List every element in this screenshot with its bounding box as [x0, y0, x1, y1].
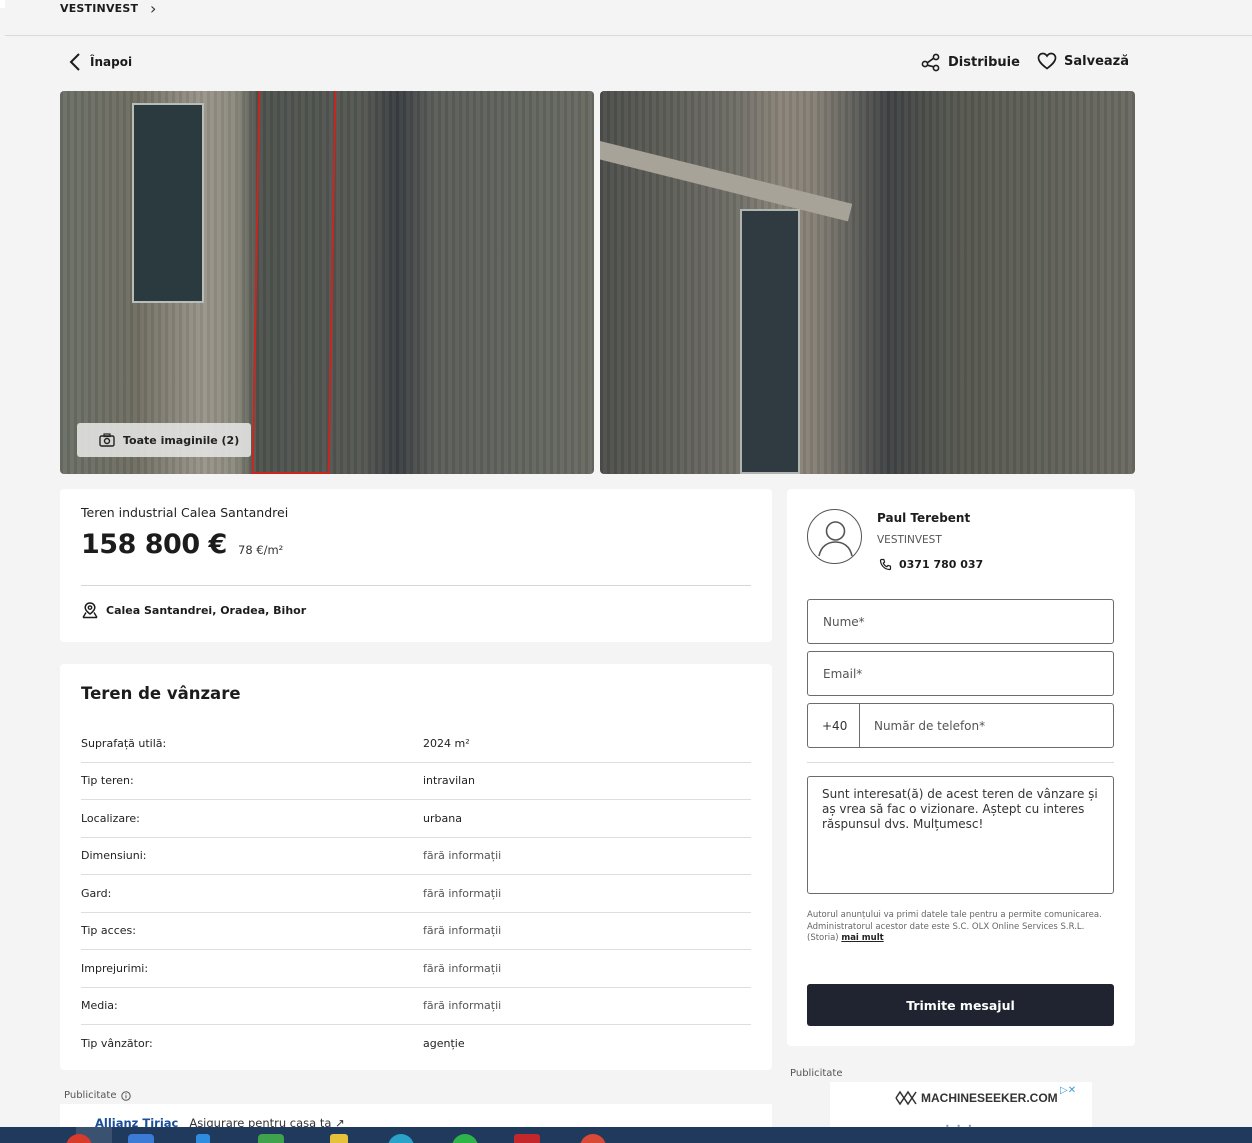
app-icon[interactable]: [580, 1134, 606, 1143]
app-icon[interactable]: [452, 1134, 478, 1143]
details-row: Media: fără informații: [81, 988, 751, 1025]
disclaimer-line-2: Administratorul acestor date este S.C. O…: [807, 922, 1107, 945]
share-icon: [921, 53, 940, 72]
send-message-button[interactable]: Trimite mesajul: [807, 984, 1114, 1026]
details-row-value: urbana: [423, 811, 462, 825]
details-row-value: intravilan: [423, 774, 475, 788]
all-photos-button[interactable]: Toate imaginile (2): [77, 423, 251, 457]
details-row-value: fără informații: [423, 924, 502, 938]
adchoices-icon[interactable]: ▷✕: [1060, 1085, 1076, 1096]
phone-prefix[interactable]: +40: [808, 704, 860, 747]
road-image-detail: [600, 141, 853, 222]
divider: [807, 762, 1114, 763]
details-row-label: Gard:: [81, 886, 112, 900]
details-row-value: fără informații: [423, 886, 502, 900]
agent-name: Paul Terebent: [877, 511, 971, 525]
price-per-sqm: 78 €/m²: [238, 543, 284, 557]
details-row-label: Imprejurimi:: [81, 961, 149, 975]
share-label: Distribuie: [948, 54, 1020, 70]
details-row: Suprafață utilă: 2024 m²: [81, 725, 751, 763]
divider: [81, 585, 751, 586]
chevron-right-icon: ›: [150, 0, 157, 18]
listing-summary-card: Teren industrial Calea Santandrei 158 80…: [60, 489, 772, 642]
more-link[interactable]: mai mult: [841, 933, 883, 943]
listing-price: 158 800 €: [81, 529, 227, 560]
details-row: Imprejurimi: fără informații: [81, 950, 751, 988]
map-pin-icon: [82, 602, 98, 619]
details-row-label: Tip vânzător:: [81, 1037, 153, 1051]
app-icon[interactable]: [128, 1134, 154, 1143]
name-input[interactable]: [808, 600, 1113, 643]
app-icon[interactable]: [330, 1134, 348, 1143]
ad-label-text: Publicitate: [64, 1090, 117, 1101]
all-photos-label: Toate imaginile (2): [123, 433, 240, 447]
contact-card: Paul Terebent VESTINVEST 0371 780 037 +4…: [787, 489, 1135, 1046]
app-icon[interactable]: [196, 1134, 210, 1143]
details-card: Teren de vânzare Suprafață utilă: 2024 m…: [60, 664, 772, 1070]
details-row: Localizare: urbana: [81, 800, 751, 838]
details-row-label: Dimensiuni:: [81, 849, 147, 863]
details-row: Dimensiuni: fără informații: [81, 838, 751, 875]
info-icon[interactable]: [120, 1090, 131, 1101]
details-row-value: fără informații: [423, 999, 502, 1013]
greenhouse-roof-image-detail: [132, 103, 204, 303]
details-row: Gard: fără informații: [81, 875, 751, 913]
details-row-value: 2024 m²: [423, 736, 470, 750]
details-row-label: Tip acces:: [81, 924, 136, 938]
details-row-value: fără informații: [423, 961, 502, 975]
email-field[interactable]: [807, 651, 1114, 696]
save-label: Salvează: [1064, 53, 1129, 69]
app-icon[interactable]: [388, 1134, 414, 1143]
phone-link[interactable]: 0371 780 037: [879, 558, 983, 571]
avatar: [807, 509, 862, 564]
agency-name[interactable]: VESTINVEST: [877, 534, 942, 546]
app-icon[interactable]: [514, 1134, 540, 1143]
listing-photo-main[interactable]: [60, 91, 594, 474]
disclaimer-line-1: Autorul anunțului va primi datele tale p…: [807, 910, 1102, 920]
details-row-label: Localizare:: [81, 811, 140, 825]
breadcrumb: VESTINVEST ›: [5, 0, 1252, 36]
ad-label: Publicitate: [64, 1090, 131, 1101]
email-input[interactable]: [808, 652, 1113, 695]
listing-location[interactable]: Calea Santandrei, Oradea, Bihor: [81, 601, 306, 619]
chevron-left-icon: [69, 53, 80, 71]
share-button[interactable]: Distribuie: [921, 52, 1020, 72]
side-ad-label: Publicitate: [790, 1068, 843, 1079]
privacy-disclaimer: Autorul anunțului va primi datele tale p…: [807, 910, 1107, 945]
machineseeker-brand: MACHINESEEKER.COM: [921, 1091, 1058, 1105]
details-heading: Teren de vânzare: [81, 684, 241, 703]
name-field[interactable]: [807, 599, 1114, 644]
details-table: Suprafață utilă: 2024 m² Tip teren: intr…: [81, 725, 751, 1063]
message-textarea[interactable]: Sunt interesat(ă) de acest teren de vânz…: [807, 776, 1114, 894]
phone-input[interactable]: [859, 704, 1113, 747]
details-row: Tip teren: intravilan: [81, 763, 751, 800]
machineseeker-logo-icon: [895, 1090, 917, 1106]
greenhouse-roof-image-detail: [740, 209, 800, 474]
details-row-label: Tip teren:: [81, 774, 134, 788]
app-icon[interactable]: [258, 1134, 284, 1143]
heart-icon: [1037, 52, 1057, 70]
breadcrumb-item-agency[interactable]: VESTINVEST: [60, 2, 138, 15]
details-row: Tip vânzător: agenție: [81, 1025, 751, 1063]
back-button[interactable]: Înapoi: [68, 52, 132, 72]
machineseeker-logo: MACHINESEEKER.COM: [895, 1090, 1058, 1106]
plot-boundary-outline: [251, 91, 337, 474]
details-row-value: fără informații: [423, 849, 502, 863]
details-row-label: Suprafață utilă:: [81, 736, 167, 750]
phone-number: 0371 780 037: [899, 558, 984, 571]
listing-photo-secondary[interactable]: [600, 91, 1135, 474]
phone-field[interactable]: +40: [807, 703, 1114, 748]
save-button[interactable]: Salvează: [1037, 52, 1129, 70]
user-icon: [818, 521, 853, 557]
listing-title: Teren industrial Calea Santandrei: [81, 505, 289, 520]
camera-icon: [99, 433, 115, 447]
details-row: Tip acces: fără informații: [81, 913, 751, 950]
os-taskbar: [0, 1127, 1252, 1143]
details-row-label: Media:: [81, 999, 118, 1013]
phone-icon: [879, 558, 892, 571]
back-label: Înapoi: [90, 55, 133, 69]
side-ad-banner[interactable]: MACHINESEEKER.COM ▷✕ • • •: [830, 1082, 1092, 1131]
details-row-value: agenție: [423, 1037, 465, 1051]
location-label: Calea Santandrei, Oradea, Bihor: [106, 603, 307, 617]
